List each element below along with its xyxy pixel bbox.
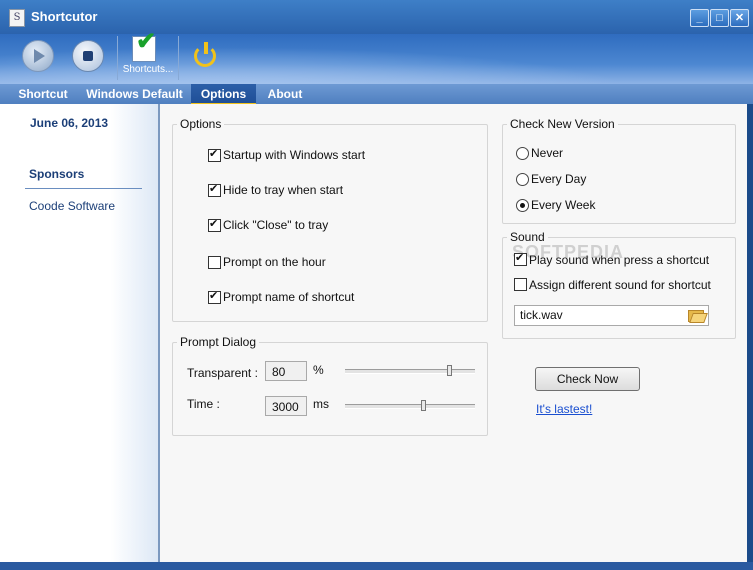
sound-file-field[interactable]: tick.wav — [514, 305, 709, 326]
transparent-label: Transparent : — [187, 366, 258, 380]
app-window: S Shortcutor _ □ ✕ ✔ Shortcuts... Shortc… — [0, 0, 753, 570]
check-now-button[interactable]: Check Now — [535, 367, 640, 391]
transparent-slider[interactable] — [345, 369, 475, 374]
sidebar-date: June 06, 2013 — [30, 116, 109, 130]
app-icon: S — [9, 9, 25, 27]
close-to-tray-label: Click "Close" to tray — [223, 218, 329, 232]
prompt-hour-checkbox[interactable] — [208, 256, 221, 269]
assign-sound-checkbox[interactable] — [514, 278, 527, 291]
folder-open-icon[interactable] — [688, 308, 704, 322]
stop-icon[interactable] — [72, 40, 104, 72]
shortcuts-label: Shortcuts... — [122, 64, 174, 75]
close-button[interactable]: ✕ — [730, 9, 749, 27]
play-sound-checkbox[interactable] — [514, 251, 527, 266]
time-slider[interactable] — [345, 404, 475, 409]
never-radio[interactable] — [516, 147, 529, 160]
window-title: Shortcutor — [31, 9, 98, 24]
never-label: Never — [531, 146, 564, 160]
options-group-title: Options — [177, 117, 225, 131]
tab-options[interactable]: Options — [191, 84, 256, 106]
prompt-name-checkbox[interactable] — [208, 289, 221, 304]
sidebar-divider — [25, 188, 142, 189]
play-sound-label: Play sound when press a shortcut — [529, 253, 710, 267]
sidebar-sponsors-heading: Sponsors — [29, 167, 85, 181]
prompt-name-label: Prompt name of shortcut — [223, 290, 355, 304]
hide-to-tray-checkbox[interactable] — [208, 182, 221, 197]
window-bottom-border — [0, 562, 753, 570]
every-day-radio[interactable] — [516, 173, 529, 186]
transparent-unit: % — [313, 363, 324, 377]
transparent-field[interactable]: 80 — [265, 361, 307, 381]
assign-sound-label: Assign different sound for shortcut — [529, 278, 711, 292]
hide-to-tray-label: Hide to tray when start — [223, 183, 344, 197]
maximize-button[interactable]: □ — [710, 9, 729, 27]
power-icon[interactable] — [194, 42, 218, 67]
prompt-dialog-group — [172, 342, 488, 436]
tab-windows-default[interactable]: Windows Default — [82, 84, 187, 104]
checkmark-icon: ✔ — [136, 28, 157, 55]
title-bar[interactable]: S Shortcutor _ □ ✕ — [0, 0, 753, 34]
time-unit: ms — [313, 397, 329, 411]
sidebar-sponsor-link[interactable]: Coode Software — [29, 199, 115, 213]
time-label: Time : — [187, 397, 220, 411]
startup-checkbox[interactable] — [208, 147, 221, 162]
toolbar — [0, 34, 753, 84]
prompt-hour-label: Prompt on the hour — [223, 255, 326, 269]
check-version-title: Check New Version — [507, 117, 618, 131]
tab-about[interactable]: About — [260, 84, 310, 104]
minimize-button[interactable]: _ — [690, 9, 709, 27]
toolbar-separator — [117, 36, 118, 80]
every-week-radio[interactable] — [516, 199, 529, 212]
time-slider-thumb[interactable] — [421, 400, 426, 411]
shortcuts-button[interactable]: ✔ Shortcuts... — [122, 30, 174, 80]
startup-label: Startup with Windows start — [223, 148, 366, 162]
tab-shortcut[interactable]: Shortcut — [10, 84, 76, 104]
version-status-link[interactable]: It's lastest! — [536, 402, 592, 416]
close-to-tray-checkbox[interactable] — [208, 217, 221, 232]
prompt-dialog-title: Prompt Dialog — [177, 335, 260, 349]
time-field[interactable]: 3000 — [265, 396, 307, 416]
play-icon[interactable] — [22, 40, 54, 72]
every-week-label: Every Week — [531, 198, 596, 212]
toolbar-separator — [178, 36, 179, 80]
transparent-slider-thumb[interactable] — [447, 365, 452, 376]
every-day-label: Every Day — [531, 172, 587, 186]
